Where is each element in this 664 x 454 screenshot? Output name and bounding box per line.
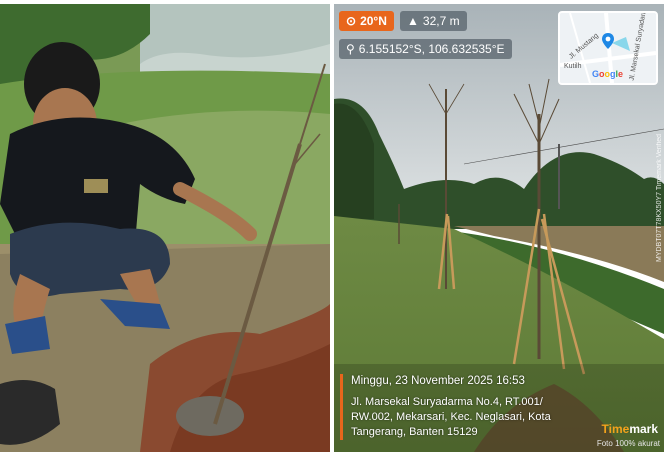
right-photo-timemark: ⊙ 20°N ▲ 32,7 m ⚲ 6.155152°S, 106.632535°E …: [334, 4, 664, 452]
timestamp-block: Minggu, 23 November 2025 16:53 Jl. Marse…: [340, 374, 581, 440]
mountain-icon: ▲: [407, 14, 419, 28]
verification-code: MYDBT07T78KX50Y7 Timemark Verified: [656, 134, 663, 262]
left-photo-scene: [0, 4, 330, 452]
coordinates-text: 6.155152°S, 106.632535°E: [358, 42, 505, 56]
altitude-badge: ▲ 32,7 m: [400, 11, 467, 31]
temperature-text: 20°N: [360, 14, 387, 28]
timemark-logo: Timemark: [601, 422, 658, 436]
accuracy-label: Foto 100% akurat: [596, 439, 660, 448]
address-text: Jl. Marsekal Suryadarma No.4, RT.001/ RW…: [351, 396, 551, 438]
left-photo-man-planting: [0, 4, 330, 452]
google-logo: Google: [592, 69, 624, 79]
coordinates-badge: ⚲ 6.155152°S, 106.632535°E: [339, 39, 512, 59]
map-pin-icon: [602, 33, 614, 49]
altitude-text: 32,7 m: [422, 14, 460, 28]
temperature-badge: ⊙ 20°N: [339, 11, 394, 31]
map-street-label: Kutilh: [564, 63, 582, 70]
datetime-text: Minggu, 23 November 2025 16:53: [351, 375, 525, 387]
compass-icon: ⊙: [346, 14, 357, 28]
map-thumbnail: Jl. Mustang Jl. Marsekal Suryadarma Kuti…: [558, 11, 658, 85]
location-pin-icon: ⚲: [346, 42, 355, 56]
